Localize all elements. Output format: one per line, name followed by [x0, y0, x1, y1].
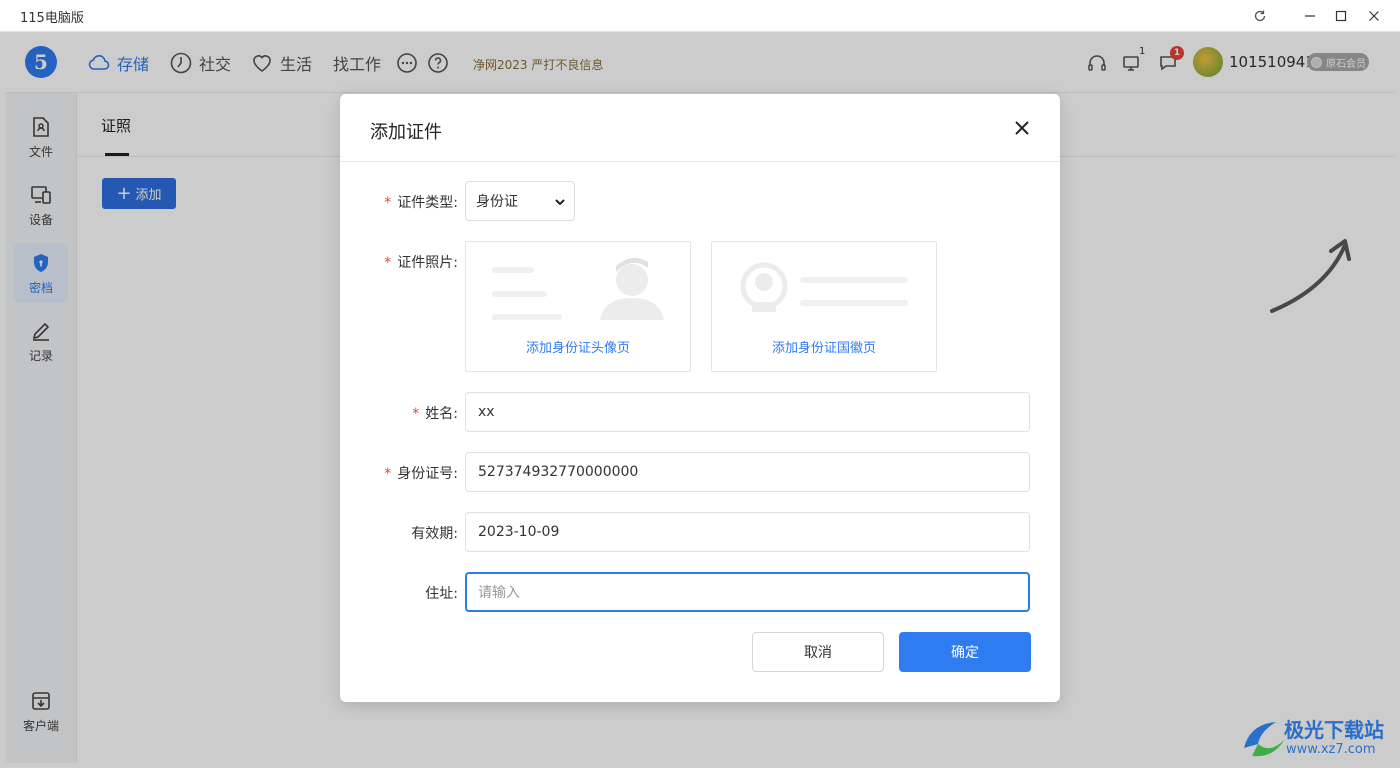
- watermark-logo: 极光下载站 www.xz7.com: [1240, 712, 1390, 764]
- address-field[interactable]: 请输入: [465, 572, 1030, 612]
- required-mark: *: [384, 195, 392, 211]
- required-mark: *: [384, 255, 392, 271]
- name-field[interactable]: xx: [465, 392, 1030, 432]
- window-title: 115电脑版: [20, 11, 84, 26]
- expiry-label: 有效期:: [411, 526, 458, 542]
- dialog-title: 添加证件: [370, 122, 442, 143]
- required-mark: *: [412, 406, 420, 422]
- required-mark: *: [384, 466, 392, 482]
- confirm-button[interactable]: 确定: [899, 632, 1031, 672]
- title-bar: 115电脑版: [0, 0, 1400, 32]
- add-certificate-dialog: 添加证件 * 证件类型: 身份证 * 证件照片: 添加身份证头像页 添加身份证国…: [340, 94, 1060, 702]
- expiry-value: 2023-10-09: [478, 524, 560, 540]
- watermark-icon: [1244, 722, 1284, 757]
- close-window-button[interactable]: [1354, 0, 1394, 32]
- id-number-value: 527374932770000000: [478, 464, 639, 480]
- id-portrait-icon: [492, 257, 664, 320]
- refresh-icon[interactable]: [1240, 0, 1280, 32]
- photo-label: * 证件照片:: [384, 255, 458, 271]
- certificate-type-value: 身份证: [476, 194, 518, 210]
- upload-back-photo[interactable]: 添加身份证国徽页: [711, 241, 937, 372]
- address-label: 住址:: [425, 586, 458, 602]
- watermark-text: 极光下载站: [1284, 718, 1384, 742]
- upload-front-label: 添加身份证头像页: [525, 341, 630, 356]
- address-placeholder: 请输入: [478, 585, 520, 601]
- dialog-divider: [340, 161, 1060, 162]
- name-value: xx: [478, 404, 495, 420]
- confirm-label: 确定: [951, 645, 979, 661]
- upload-back-label: 添加身份证国徽页: [771, 341, 876, 356]
- national-emblem-icon: [740, 262, 908, 312]
- id-number-label: * 身份证号:: [384, 466, 458, 482]
- watermark-url: www.xz7.com: [1286, 742, 1376, 757]
- type-label: * 证件类型:: [384, 195, 458, 211]
- name-label: * 姓名:: [412, 406, 458, 422]
- cancel-label: 取消: [804, 645, 832, 661]
- chevron-down-icon: [555, 199, 565, 206]
- cancel-button[interactable]: 取消: [752, 632, 884, 672]
- certificate-type-select[interactable]: 身份证: [465, 181, 575, 221]
- upload-front-photo[interactable]: 添加身份证头像页: [465, 241, 691, 372]
- expiry-date-field[interactable]: 2023-10-09: [465, 512, 1030, 552]
- close-icon[interactable]: [1012, 118, 1032, 138]
- id-number-field[interactable]: 527374932770000000: [465, 452, 1030, 492]
